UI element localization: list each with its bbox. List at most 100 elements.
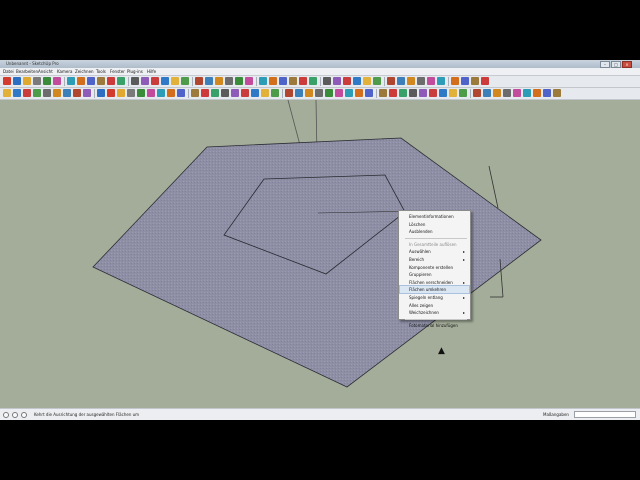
tool-button-icon[interactable]	[471, 77, 479, 85]
tool-button-icon[interactable]	[345, 89, 353, 97]
tool-button-icon[interactable]	[533, 89, 541, 97]
tool-button-icon[interactable]	[107, 77, 115, 85]
tool-button-icon[interactable]	[379, 89, 387, 97]
tool-button-icon[interactable]	[67, 77, 75, 85]
tool-button-icon[interactable]	[117, 89, 125, 97]
menu-plugins[interactable]: Plug-ins	[127, 68, 143, 75]
tool-button-icon[interactable]	[63, 89, 71, 97]
tool-button-icon[interactable]	[77, 77, 85, 85]
tool-button-icon[interactable]	[343, 77, 351, 85]
tool-button-icon[interactable]	[295, 89, 303, 97]
tool-button-icon[interactable]	[285, 89, 293, 97]
tool-button-icon[interactable]	[315, 89, 323, 97]
tool-button-icon[interactable]	[493, 89, 501, 97]
tool-button-icon[interactable]	[205, 77, 213, 85]
context-menu-item[interactable]: Weichzeichnen ▸	[400, 309, 469, 316]
tool-button-icon[interactable]	[419, 89, 427, 97]
drawing-viewport[interactable]: Elementinformationen Löschen Ausblenden In …	[0, 100, 640, 408]
tool-button-icon[interactable]	[407, 77, 415, 85]
tool-button-icon[interactable]	[299, 77, 307, 85]
context-menu-item[interactable]: Komponente erstellen	[400, 264, 469, 271]
maximize-button[interactable]: □	[611, 61, 621, 68]
tool-button-icon[interactable]	[259, 77, 267, 85]
tool-button-icon[interactable]	[245, 77, 253, 85]
tool-button-icon[interactable]	[151, 77, 159, 85]
tool-button-icon[interactable]	[87, 77, 95, 85]
tool-button-icon[interactable]	[449, 89, 457, 97]
tool-button-icon[interactable]	[13, 89, 21, 97]
credits-icon[interactable]	[12, 412, 18, 418]
geo-location-icon[interactable]	[3, 412, 9, 418]
menu-bearbeiten[interactable]: Bearbeiten	[16, 68, 38, 75]
tool-button-icon[interactable]	[231, 89, 239, 97]
context-menu-item[interactable]: Flächen verschneiden ▸	[400, 279, 469, 286]
tool-button-icon[interactable]	[13, 77, 21, 85]
menu-kamera[interactable]: Kamera	[57, 68, 72, 75]
help-icon[interactable]	[21, 412, 27, 418]
tool-button-icon[interactable]	[269, 77, 277, 85]
tool-button-icon[interactable]	[353, 77, 361, 85]
tool-button-icon[interactable]	[147, 89, 155, 97]
menu-zeichnen[interactable]: Zeichnen	[75, 68, 94, 75]
tool-button-icon[interactable]	[131, 77, 139, 85]
tool-button-icon[interactable]	[365, 89, 373, 97]
tool-button-icon[interactable]	[279, 77, 287, 85]
tool-button-icon[interactable]	[543, 89, 551, 97]
context-menu-item[interactable]: Elementinformationen	[400, 213, 469, 220]
tool-button-icon[interactable]	[235, 77, 243, 85]
minimize-button[interactable]: –	[600, 61, 610, 68]
tool-button-icon[interactable]	[241, 89, 249, 97]
tool-button-icon[interactable]	[553, 89, 561, 97]
tool-button-icon[interactable]	[305, 89, 313, 97]
tool-button-icon[interactable]	[251, 89, 259, 97]
context-menu-item[interactable]: Flächen umkehren	[399, 285, 470, 295]
tool-button-icon[interactable]	[161, 77, 169, 85]
tool-button-icon[interactable]	[3, 77, 11, 85]
tool-button-icon[interactable]	[261, 89, 269, 97]
tool-button-icon[interactable]	[483, 89, 491, 97]
tool-button-icon[interactable]	[167, 89, 175, 97]
tool-button-icon[interactable]	[373, 77, 381, 85]
tool-button-icon[interactable]	[309, 77, 317, 85]
tool-button-icon[interactable]	[355, 89, 363, 97]
tool-button-icon[interactable]	[225, 77, 233, 85]
tool-button-icon[interactable]	[409, 89, 417, 97]
tool-button-icon[interactable]	[459, 89, 467, 97]
tool-button-icon[interactable]	[23, 77, 31, 85]
tool-button-icon[interactable]	[473, 89, 481, 97]
tool-button-icon[interactable]	[107, 89, 115, 97]
tool-button-icon[interactable]	[117, 77, 125, 85]
tool-button-icon[interactable]	[335, 89, 343, 97]
tool-button-icon[interactable]	[83, 89, 91, 97]
tool-button-icon[interactable]	[437, 77, 445, 85]
menu-hilfe[interactable]: Hilfe	[147, 68, 156, 75]
tool-button-icon[interactable]	[73, 89, 81, 97]
context-menu-item[interactable]: Gruppieren	[400, 271, 469, 278]
tool-button-icon[interactable]	[221, 89, 229, 97]
tool-button-icon[interactable]	[201, 89, 209, 97]
tool-button-icon[interactable]	[3, 89, 11, 97]
tool-button-icon[interactable]	[33, 77, 41, 85]
tool-button-icon[interactable]	[271, 89, 279, 97]
menu-fenster[interactable]: Fenster	[110, 68, 125, 75]
context-menu-item[interactable]: Auswählen ▸	[400, 248, 469, 255]
tool-button-icon[interactable]	[325, 89, 333, 97]
tool-button-icon[interactable]	[23, 89, 31, 97]
tool-button-icon[interactable]	[191, 89, 199, 97]
tool-button-icon[interactable]	[97, 77, 105, 85]
context-menu-item[interactable]: Fotomaterial hinzufügen	[400, 322, 469, 329]
tool-button-icon[interactable]	[53, 89, 61, 97]
tool-button-icon[interactable]	[171, 77, 179, 85]
tool-button-icon[interactable]	[195, 77, 203, 85]
tool-button-icon[interactable]	[323, 77, 331, 85]
tool-button-icon[interactable]	[53, 77, 61, 85]
selected-face[interactable]	[92, 137, 542, 388]
tool-button-icon[interactable]	[157, 89, 165, 97]
tool-button-icon[interactable]	[97, 89, 105, 97]
menu-tools[interactable]: Tools	[96, 68, 106, 75]
tool-button-icon[interactable]	[397, 77, 405, 85]
tool-button-icon[interactable]	[177, 89, 185, 97]
tool-button-icon[interactable]	[127, 89, 135, 97]
tool-button-icon[interactable]	[513, 89, 521, 97]
tool-button-icon[interactable]	[141, 77, 149, 85]
